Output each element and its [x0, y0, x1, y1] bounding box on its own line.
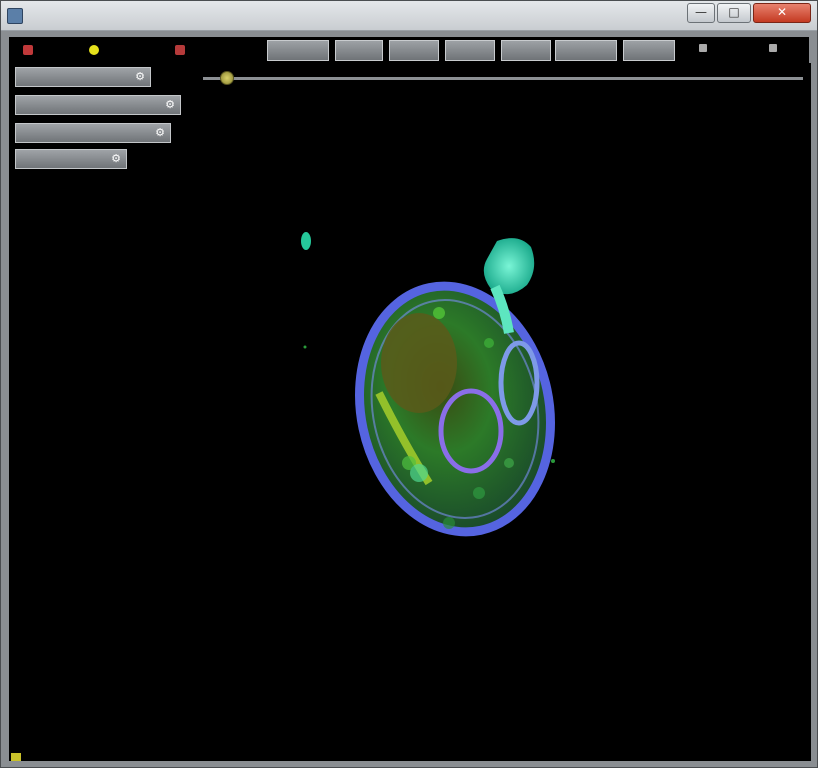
satellite-spot	[301, 232, 311, 250]
title-bar[interactable]: — □ ✕	[1, 1, 817, 31]
minimize-button[interactable]: —	[687, 3, 715, 23]
cell-bud	[483, 238, 535, 295]
light-icon[interactable]	[89, 45, 99, 55]
corner-grip-icon[interactable]	[11, 753, 21, 761]
3d-viewport[interactable]: ⚙ ⚙ ⚙ ⚙	[9, 63, 811, 761]
tab-4[interactable]	[445, 40, 495, 61]
app-icon	[7, 8, 23, 24]
tab-6[interactable]	[555, 40, 617, 61]
record-icon[interactable]	[23, 45, 33, 55]
maximize-button[interactable]: □	[717, 3, 751, 23]
tab-5[interactable]	[501, 40, 551, 61]
close-button[interactable]: ✕	[753, 3, 811, 23]
tab-1[interactable]	[267, 40, 329, 61]
nucleus-region	[381, 313, 457, 413]
stop-icon[interactable]	[175, 45, 185, 55]
tab-2[interactable]	[335, 40, 383, 61]
satellite-dot	[303, 345, 307, 349]
tab-3[interactable]	[389, 40, 439, 61]
toolbar-dot-icon	[699, 44, 707, 52]
toolbar-dot-icon	[769, 44, 777, 52]
toolbar	[9, 37, 809, 63]
window-title	[31, 9, 501, 25]
app-window: — □ ✕ ⚙ ⚙ ⚙ ⚙	[0, 0, 818, 768]
satellite-dot	[551, 459, 555, 463]
cell-volume-render[interactable]	[9, 63, 811, 761]
tab-7[interactable]	[623, 40, 675, 61]
